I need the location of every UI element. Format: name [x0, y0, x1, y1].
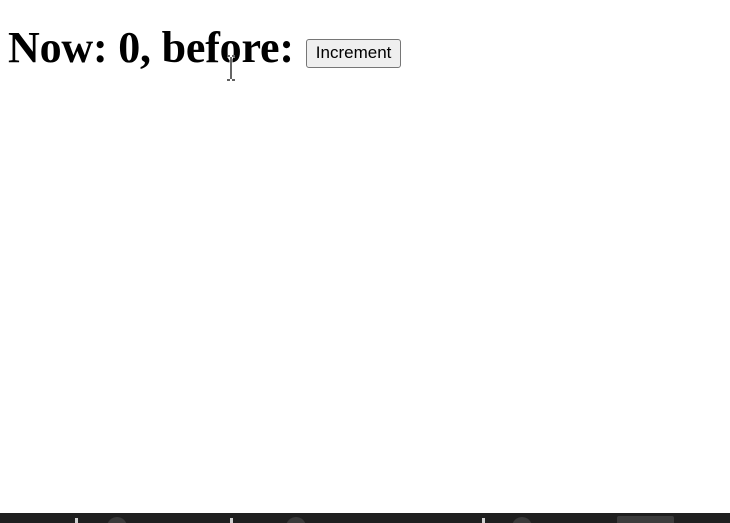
taskbar-mark: [482, 518, 485, 523]
taskbar-icon[interactable]: [512, 517, 532, 523]
taskbar-mark: [230, 518, 233, 523]
text-cursor-icon: [227, 55, 235, 81]
taskbar-mark: [75, 518, 78, 523]
taskbar-icon[interactable]: [107, 517, 127, 523]
app-content: Now: 0, before: Increment: [8, 22, 402, 74]
counter-heading: Now: 0, before:: [8, 23, 294, 72]
taskbar-icon[interactable]: [286, 517, 306, 523]
taskbar-button[interactable]: [617, 516, 674, 523]
taskbar: [0, 513, 730, 523]
increment-button[interactable]: Increment: [305, 38, 402, 68]
